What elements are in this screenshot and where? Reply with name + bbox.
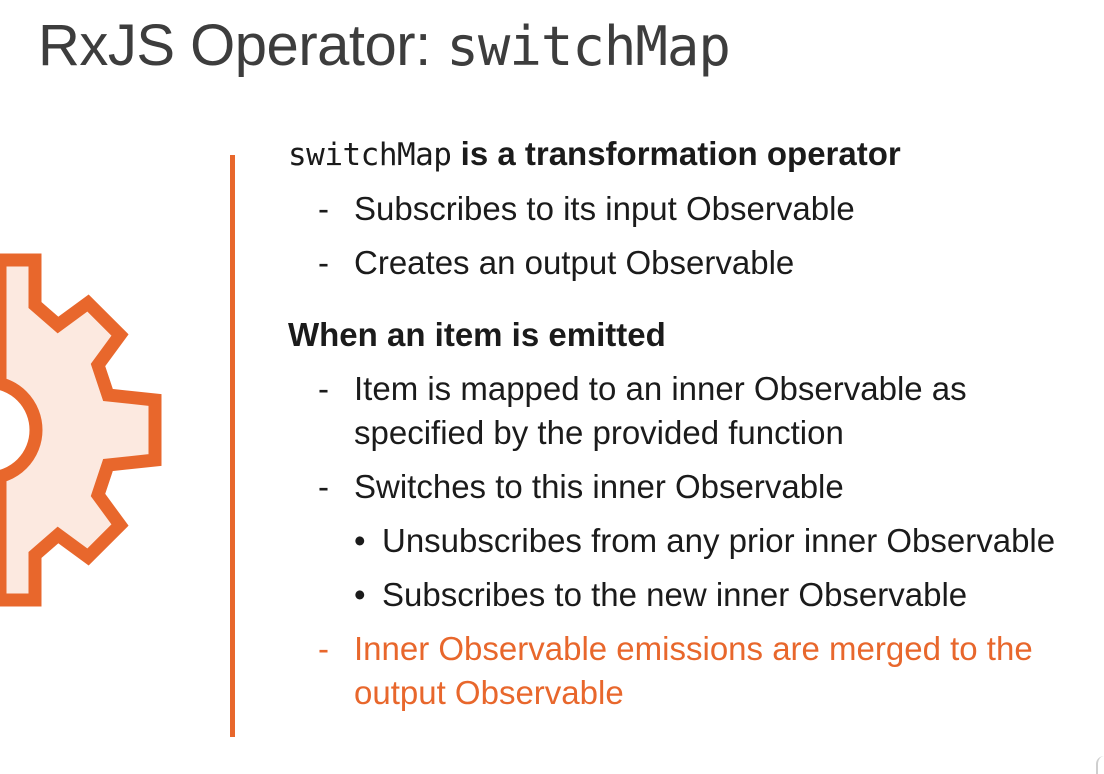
corner-decoration — [1096, 756, 1104, 774]
dash-marker: - — [318, 370, 329, 407]
bullet-marker: • — [354, 522, 366, 559]
emission-section: When an item is emitted - Item is mapped … — [288, 313, 1078, 715]
emission-steps-list: - Item is mapped to an inner Observable a… — [288, 367, 1078, 715]
switch-substeps-list: • Unsubscribes from any prior inner Obser… — [354, 519, 1078, 617]
list-item: - Creates an output Observable — [288, 241, 1078, 285]
sub-list-item: • Unsubscribes from any prior inner Obser… — [354, 519, 1078, 563]
dash-marker: - — [318, 190, 329, 227]
dash-marker: - — [318, 630, 329, 667]
dash-marker: - — [318, 468, 329, 505]
section-heading-switchmap: switchMap is a transformation operator — [288, 132, 1078, 177]
section-heading-emitted: When an item is emitted — [288, 316, 666, 353]
slide-content: switchMap is a transformation operator -… — [288, 132, 1078, 715]
list-item: - Switches to this inner Observable • Unsu… — [288, 465, 1078, 617]
highlighted-list-item-text: Inner Observable emissions are merged to… — [354, 630, 1033, 711]
heading-code: switchMap — [288, 137, 452, 173]
gear-icon — [0, 253, 162, 607]
list-item: - Subscribes to its input Observable — [288, 187, 1078, 231]
sub-list-item-text: Subscribes to the new inner Observable — [382, 576, 968, 613]
heading-text: is a transformation operator — [451, 135, 901, 172]
highlighted-list-item: - Inner Observable emissions are merged t… — [288, 627, 1078, 715]
operator-description-list: - Subscribes to its input Observable - Cre… — [288, 187, 1078, 285]
list-item-text: Switches to this inner Observable — [354, 468, 844, 505]
list-item-text: Creates an output Observable — [354, 244, 795, 281]
gear-hub — [0, 376, 43, 484]
slide-title-code: switchMap — [446, 15, 731, 78]
sub-list-item-text: Unsubscribes from any prior inner Observ… — [382, 522, 1056, 559]
vertical-divider — [230, 155, 235, 737]
list-item-text: Item is mapped to an inner Observable as… — [354, 370, 967, 451]
list-item: - Item is mapped to an inner Observable a… — [288, 367, 1078, 455]
slide-title: RxJS Operator: switchMap — [38, 13, 731, 78]
bullet-marker: • — [354, 576, 366, 613]
dash-marker: - — [318, 244, 329, 281]
slide-title-prefix: RxJS Operator: — [38, 13, 447, 78]
sub-list-item: • Subscribes to the new inner Observable — [354, 573, 1078, 617]
list-item-text: Subscribes to its input Observable — [354, 190, 855, 227]
